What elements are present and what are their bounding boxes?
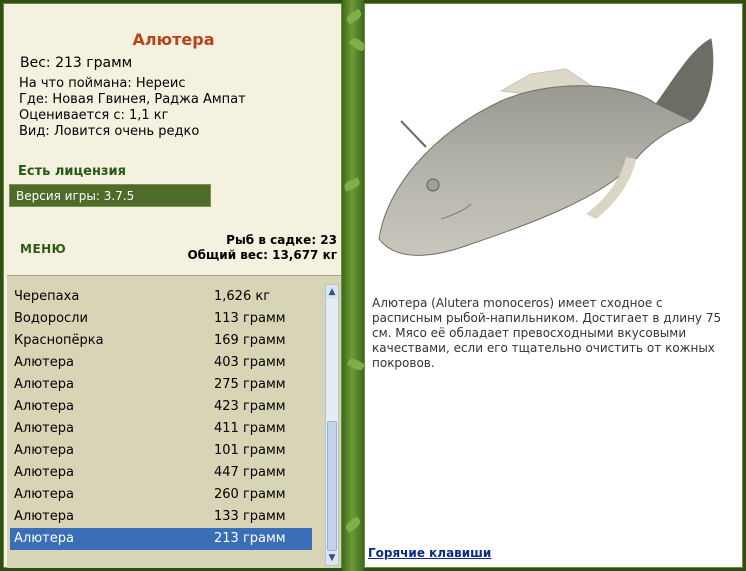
list-item-weight: 423 грамм <box>214 399 286 414</box>
list-item[interactable]: Алютера 423 грамм <box>10 396 312 418</box>
list-item-weight: 403 грамм <box>214 355 286 370</box>
list-item-name: Краснопёрка <box>14 333 104 348</box>
hotkeys-link[interactable]: Горячие клавиши <box>368 546 491 560</box>
scrollbar-thumb[interactable] <box>327 421 337 551</box>
list-item-name: Алютера <box>14 531 74 546</box>
vine-divider <box>342 0 368 571</box>
license-status: Есть лицензия <box>18 164 126 179</box>
list-item-name: Алютера <box>14 465 74 480</box>
fish-picture-panel: Алютера (Alutera monoceros) имеет сходно… <box>364 3 743 568</box>
list-item-name: Алютера <box>14 487 74 502</box>
game-version: Версия игры: 3.7.5 <box>9 184 211 207</box>
list-item-weight: 275 грамм <box>214 377 286 392</box>
list-item-weight: 101 грамм <box>214 443 286 458</box>
cage-summary: Рыб в садке: 23 Общий вес: 13,677 кг <box>187 233 337 263</box>
leaf-icon <box>346 356 366 373</box>
scroll-up-arrow-icon[interactable]: ▲ <box>326 285 338 299</box>
list-item-weight: 213 грамм <box>214 531 286 546</box>
list-item[interactable]: Алютера 411 грамм <box>10 418 312 440</box>
list-item-weight: 1,626 кг <box>214 289 271 304</box>
list-item[interactable]: Алютера 101 грамм <box>10 440 312 462</box>
list-item[interactable]: Алютера 133 грамм <box>10 506 312 528</box>
list-item[interactable]: Алютера 275 грамм <box>10 374 312 396</box>
fish-description: Алютера (Alutera monoceros) имеет сходно… <box>372 296 722 370</box>
list-item[interactable]: Черепаха 1,626 кг <box>10 286 312 308</box>
leaf-icon <box>343 516 363 533</box>
cage-count: Рыб в садке: 23 <box>226 233 337 247</box>
list-item-name: Водоросли <box>14 311 88 326</box>
scroll-down-arrow-icon[interactable]: ▼ <box>326 551 338 565</box>
list-item-name: Алютера <box>14 377 74 392</box>
menu-button[interactable]: МЕНЮ <box>20 242 66 256</box>
caught-on: На что поймана: Нереис <box>19 76 186 91</box>
list-item-weight: 113 грамм <box>214 311 286 326</box>
location: Где: Новая Гвинея, Раджа Ампат <box>19 92 246 107</box>
list-item-name: Черепаха <box>14 289 80 304</box>
list-item-name: Алютера <box>14 399 74 414</box>
fish-image <box>378 38 714 256</box>
leaf-icon <box>344 8 364 25</box>
fish-details: На что поймана: Нереис Где: Новая Гвинея… <box>19 76 246 140</box>
list-item[interactable]: Алютера 403 грамм <box>10 352 312 374</box>
list-item[interactable]: Алютера 260 грамм <box>10 484 312 506</box>
cage-total-weight: Общий вес: 13,677 кг <box>187 248 337 262</box>
list-item[interactable]: Краснопёрка 169 грамм <box>10 330 312 352</box>
catch-list[interactable]: Черепаха 1,626 кг Водоросли 113 грамм Красно… <box>7 275 341 568</box>
list-scrollbar[interactable]: ▲ ▼ <box>325 284 339 566</box>
list-item-weight: 260 грамм <box>214 487 286 502</box>
valued-from: Оценивается с: 1,1 кг <box>19 108 169 123</box>
list-item-weight: 411 грамм <box>214 421 286 436</box>
list-item[interactable]: Алютера 213 грамм <box>10 528 312 550</box>
list-item[interactable]: Водоросли 113 грамм <box>10 308 312 330</box>
list-item-weight: 447 грамм <box>214 465 286 480</box>
list-item[interactable]: Алютера 447 грамм <box>10 462 312 484</box>
rarity: Вид: Ловится очень редко <box>19 124 200 139</box>
list-item-name: Алютера <box>14 443 74 458</box>
catch-list-rows: Черепаха 1,626 кг Водоросли 113 грамм Красно… <box>10 286 312 550</box>
list-item-weight: 169 грамм <box>214 333 286 348</box>
fish-info-panel: Алютера Вес: 213 грамм На что поймана: Н… <box>3 3 342 568</box>
list-item-name: Алютера <box>14 509 74 524</box>
list-item-name: Алютера <box>14 421 74 436</box>
leaf-icon <box>342 177 362 192</box>
fish-title: Алютера <box>132 30 215 49</box>
list-item-name: Алютера <box>14 355 74 370</box>
fish-weight: Вес: 213 грамм <box>20 55 133 71</box>
list-item-weight: 133 грамм <box>214 509 286 524</box>
